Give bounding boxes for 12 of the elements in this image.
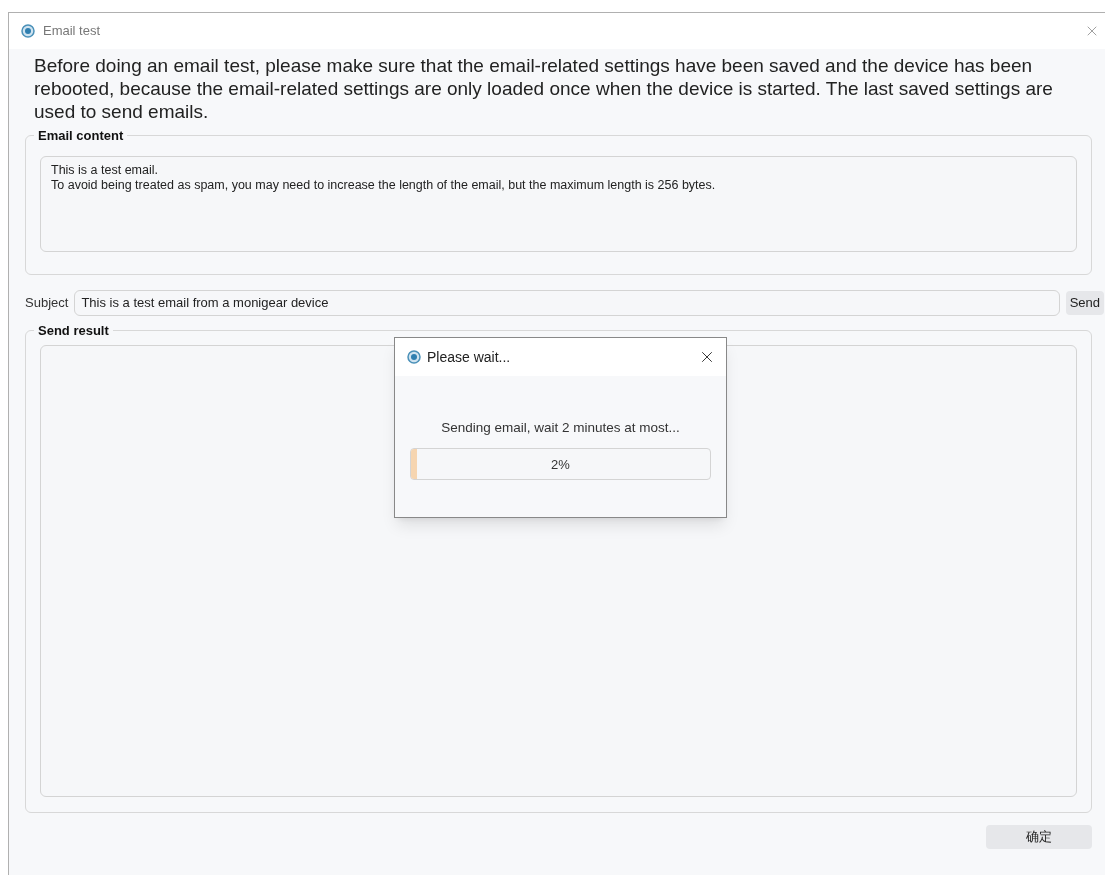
- progress-reading: 2%: [551, 455, 570, 474]
- email-content-field[interactable]: This is a test email. To avoid being treated as spam, you may need to increase the length of the email, but the maximum length is 256 bytes.: [40, 156, 1077, 252]
- dialog-message: Sending email, wait 2 minutes at most...: [441, 419, 680, 437]
- notice-text: Before doing an email test, please make sure that the email-related settings have been saved and the device has been rebooted, because the email-related settings are only loaded once when the device is started. The last saved settings are used to send emails.: [33, 54, 1054, 123]
- app-icon: [407, 350, 421, 364]
- subject-label: Subject: [25, 294, 69, 313]
- ok-button[interactable]: 确定: [986, 825, 1092, 849]
- dialog-title: Please wait...: [427, 347, 511, 367]
- send-button[interactable]: Send: [1065, 291, 1104, 315]
- subject-field[interactable]: This is a test email from a monigear device: [74, 290, 1060, 316]
- window-title: Email test: [43, 22, 101, 41]
- app-icon: [21, 24, 35, 38]
